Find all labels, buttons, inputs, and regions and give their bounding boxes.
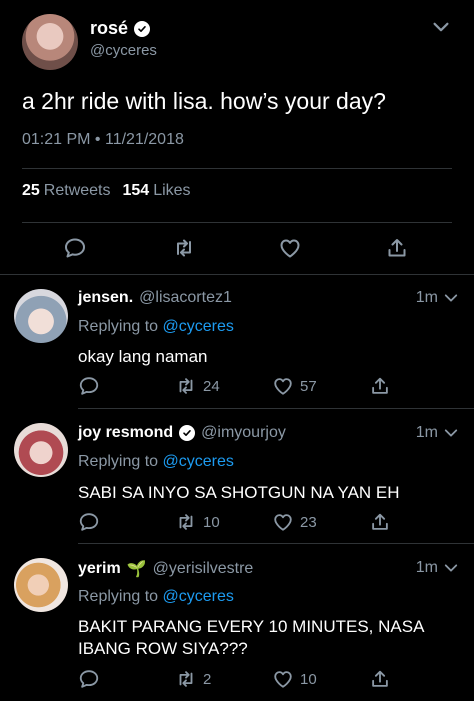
like-icon bbox=[272, 375, 294, 397]
tweet-timestamp: 01:21 PM • 11/21/2018 bbox=[22, 131, 184, 148]
retweet-button[interactable]: 2 bbox=[175, 668, 211, 690]
share-button[interactable] bbox=[369, 511, 391, 533]
mention-link[interactable]: @cyceres bbox=[163, 453, 234, 470]
reply-text: BAKIT PARANG EVERY 10 MINUTES, NASA IBAN… bbox=[78, 617, 424, 658]
reply-author-name[interactable]: joy resmond bbox=[78, 424, 173, 442]
likes-stat[interactable]: 154 Likes bbox=[123, 182, 191, 200]
reply-tweet[interactable]: jensen. @lisacortez1 1m Replying to @cyc… bbox=[0, 275, 474, 408]
reply-author-handle[interactable]: @imyourjoy bbox=[201, 424, 286, 442]
tweet-stats: 25 Retweets 154 Likes bbox=[22, 182, 191, 200]
share-icon[interactable] bbox=[385, 236, 409, 260]
reply-icon bbox=[78, 511, 100, 533]
tweet-actions bbox=[0, 236, 474, 262]
chevron-down-icon[interactable] bbox=[442, 289, 460, 307]
reply-tweet[interactable]: yerim 🌱 @yerisilvestre 1m Replying to @c… bbox=[0, 544, 474, 701]
like-button[interactable]: 10 bbox=[272, 668, 317, 690]
sprout-emoji: 🌱 bbox=[126, 561, 147, 578]
reply-time: 1m bbox=[415, 289, 438, 306]
retweet-icon[interactable] bbox=[172, 236, 196, 260]
verified-badge-icon bbox=[134, 20, 151, 37]
tweet-text: a 2hr ride with lisa. how’s your day? bbox=[22, 88, 386, 114]
author-name[interactable]: rosé bbox=[90, 18, 128, 39]
verified-badge-icon bbox=[179, 425, 196, 441]
reply-author-handle[interactable]: @yerisilvestre bbox=[153, 560, 254, 578]
retweet-icon bbox=[175, 668, 197, 690]
reply-icon bbox=[78, 375, 100, 397]
avatar[interactable] bbox=[14, 289, 68, 343]
reply-icon[interactable] bbox=[63, 236, 87, 260]
reply-text: okay lang naman bbox=[78, 347, 208, 366]
mention-link[interactable]: @cyceres bbox=[163, 588, 234, 605]
retweets-stat[interactable]: 25 Retweets bbox=[22, 182, 111, 200]
share-button[interactable] bbox=[369, 375, 391, 397]
like-count: 10 bbox=[300, 670, 317, 688]
divider bbox=[22, 222, 452, 223]
reply-time: 1m bbox=[415, 424, 438, 441]
like-icon bbox=[272, 511, 294, 533]
retweet-icon bbox=[175, 375, 197, 397]
retweet-button[interactable]: 10 bbox=[175, 511, 220, 533]
chevron-down-icon[interactable] bbox=[442, 424, 460, 442]
like-icon bbox=[272, 668, 294, 690]
retweet-icon bbox=[175, 511, 197, 533]
avatar[interactable] bbox=[14, 558, 68, 612]
reply-icon bbox=[78, 668, 100, 690]
reply-time: 1m bbox=[415, 559, 438, 576]
author-name-row: rosé bbox=[90, 18, 151, 39]
reply-author-name[interactable]: yerim bbox=[78, 560, 121, 578]
share-button[interactable] bbox=[369, 668, 391, 690]
avatar[interactable] bbox=[14, 423, 68, 477]
retweet-button[interactable]: 24 bbox=[175, 375, 220, 397]
avatar[interactable] bbox=[22, 14, 78, 70]
retweet-count: 10 bbox=[203, 513, 220, 531]
reply-header: jensen. @lisacortez1 bbox=[78, 289, 232, 307]
reply-button[interactable] bbox=[78, 375, 100, 397]
like-count: 57 bbox=[300, 377, 317, 395]
share-icon bbox=[369, 668, 391, 690]
mention-link[interactable]: @cyceres bbox=[163, 318, 234, 335]
reply-button[interactable] bbox=[78, 511, 100, 533]
like-button[interactable]: 57 bbox=[272, 375, 317, 397]
chevron-down-icon[interactable] bbox=[430, 16, 452, 38]
share-icon bbox=[369, 375, 391, 397]
retweet-count: 2 bbox=[203, 670, 212, 688]
reply-header: joy resmond @imyourjoy bbox=[78, 424, 286, 442]
like-icon[interactable] bbox=[278, 236, 302, 260]
reply-author-name[interactable]: jensen. bbox=[78, 289, 133, 307]
share-icon bbox=[369, 511, 391, 533]
replying-to: Replying to @cyceres bbox=[78, 453, 234, 470]
like-count: 23 bbox=[300, 513, 317, 531]
replying-to: Replying to @cyceres bbox=[78, 588, 234, 605]
divider bbox=[22, 168, 452, 169]
reply-author-handle[interactable]: @lisacortez1 bbox=[139, 289, 232, 307]
replying-to: Replying to @cyceres bbox=[78, 318, 234, 335]
main-tweet: rosé @cyceres a 2hr ride with lisa. how’… bbox=[0, 0, 474, 274]
reply-header: yerim 🌱 @yerisilvestre bbox=[78, 559, 253, 579]
retweet-count: 24 bbox=[203, 377, 220, 395]
like-button[interactable]: 23 bbox=[272, 511, 317, 533]
reply-button[interactable] bbox=[78, 668, 100, 690]
reply-text: SABI SA INYO SA SHOTGUN NA YAN EH bbox=[78, 483, 400, 502]
reply-tweet[interactable]: joy resmond @imyourjoy 1m Replying to @c… bbox=[0, 409, 474, 543]
chevron-down-icon[interactable] bbox=[442, 559, 460, 577]
author-handle[interactable]: @cyceres bbox=[90, 42, 157, 59]
